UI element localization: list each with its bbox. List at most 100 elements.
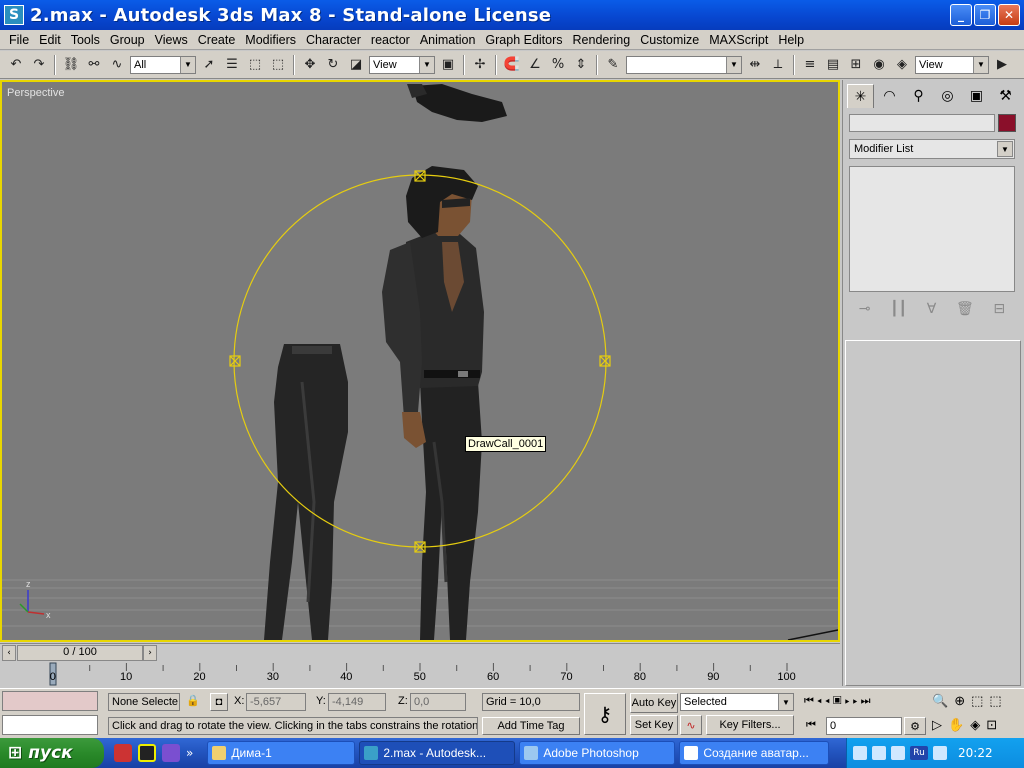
quick-render-icon[interactable]: ▶ (992, 55, 1012, 75)
snaps-toggle-icon[interactable]: 🧲 (502, 55, 522, 75)
reference-coordinate-dropdown[interactable]: View ▼ (369, 55, 435, 74)
task-dima-1[interactable]: Дима-1 (207, 741, 356, 765)
arc-rotate-icon[interactable]: ◈ (970, 717, 986, 732)
next-frame-icon[interactable]: ▸▸ (845, 695, 861, 707)
selection-filter-dropdown[interactable]: All ▼ (130, 55, 196, 74)
pivot-center-icon[interactable]: ▣ (438, 55, 458, 75)
utilities-tab-icon[interactable]: ⚒ (992, 84, 1019, 108)
menu-rendering[interactable]: Rendering (568, 33, 636, 47)
menu-tools[interactable]: Tools (66, 33, 105, 47)
maxscript-input-mini[interactable] (2, 715, 98, 735)
lock-selection-icon[interactable]: 🔒 (186, 694, 200, 707)
display-tab-icon[interactable]: ▣ (963, 84, 990, 108)
current-frame-field[interactable]: 0 (826, 717, 902, 735)
rotate-icon[interactable]: ↻ (323, 55, 343, 75)
y-coordinate-field[interactable]: -4,149 (328, 693, 386, 711)
window-crossing-icon[interactable]: ⬚ (268, 55, 288, 75)
unlink-icon[interactable]: ⚯ (84, 55, 104, 75)
zoom-all-icon[interactable]: ⊕ (954, 693, 971, 708)
pan-icon[interactable]: ✋ (948, 717, 970, 732)
menu-animation[interactable]: Animation (415, 33, 481, 47)
pin-stack-icon[interactable]: ⊸ (859, 301, 871, 317)
field-of-view-icon[interactable]: ▷ (932, 717, 948, 732)
object-color-swatch[interactable] (998, 114, 1016, 132)
close-button[interactable]: ✕ (998, 4, 1020, 26)
show-end-result-icon[interactable]: ┃┃ (890, 301, 907, 317)
x-coordinate-field[interactable]: -5,657 (246, 693, 306, 711)
select-object-icon[interactable]: ➚ (199, 55, 219, 75)
menu-maxscript[interactable]: MAXScript (704, 33, 773, 47)
quick-launch-app-icon[interactable] (162, 744, 180, 762)
set-key-icon[interactable]: ⚷ (584, 693, 626, 735)
angle-snap-icon[interactable]: ∠ (525, 55, 545, 75)
key-filters-button[interactable]: Key Filters... (706, 715, 794, 735)
add-time-tag-button[interactable]: Add Time Tag (482, 717, 580, 735)
select-by-name-icon[interactable]: ☰ (222, 55, 242, 75)
undo-icon[interactable]: ↶ (6, 55, 26, 75)
track-bar[interactable]: 0 10 20 30 40 50 60 70 80 90 100 (0, 661, 840, 687)
redo-icon[interactable]: ↷ (29, 55, 49, 75)
perspective-viewport[interactable]: Perspective z x DrawCall_0001 (0, 80, 840, 642)
menu-help[interactable]: Help (773, 33, 809, 47)
menu-reactor[interactable]: reactor (366, 33, 415, 47)
keyboard-layout-icon[interactable]: Ru (910, 746, 928, 760)
modifier-list-dropdown[interactable]: Modifier List ▼ (849, 139, 1015, 159)
quick-launch-expand-icon[interactable]: » (186, 746, 193, 760)
z-coordinate-field[interactable]: 0,0 (410, 693, 466, 711)
menu-group[interactable]: Group (105, 33, 150, 47)
rect-selection-region-icon[interactable]: ⬚ (245, 55, 265, 75)
render-type-dropdown[interactable]: View ▼ (915, 55, 989, 74)
curve-editor-icon[interactable]: ▤ (823, 55, 843, 75)
make-unique-icon[interactable]: ∀ (927, 301, 937, 317)
maxscript-listener-mini[interactable] (2, 691, 98, 711)
create-tab-icon[interactable]: ✳ (847, 84, 874, 108)
tray-icon[interactable] (853, 746, 867, 760)
go-to-end-icon[interactable]: ⏭ (861, 695, 874, 707)
minimize-button[interactable]: _ (950, 4, 972, 26)
time-prev-arrow-icon[interactable]: ‹ (2, 645, 16, 661)
default-tangents-icon[interactable]: ∿ (680, 715, 702, 735)
move-icon[interactable]: ✥ (300, 55, 320, 75)
mirror-icon[interactable]: ⇹ (745, 55, 765, 75)
auto-key-button[interactable]: Auto Key (630, 693, 678, 713)
task-photoshop[interactable]: Adobe Photoshop (519, 741, 676, 765)
percent-snap-icon[interactable]: % (548, 55, 568, 75)
edit-named-selection-icon[interactable]: ✎ (603, 55, 623, 75)
schematic-view-icon[interactable]: ⊞ (846, 55, 866, 75)
key-mode-toggle-icon[interactable]: ⏮ (806, 719, 816, 732)
material-editor-icon[interactable]: ◉ (869, 55, 889, 75)
tray-icon[interactable] (872, 746, 886, 760)
manipulate-icon[interactable]: ✢ (470, 55, 490, 75)
tray-icon[interactable] (891, 746, 905, 760)
menu-edit[interactable]: Edit (34, 33, 66, 47)
task-3dsmax[interactable]: 2.max - Autodesk... (359, 741, 516, 765)
remove-modifier-icon[interactable]: 🗑 (956, 301, 974, 317)
menu-file[interactable]: File (4, 33, 34, 47)
layer-manager-icon[interactable]: ≡ (800, 55, 820, 75)
zoom-icon[interactable]: 🔍 (932, 693, 954, 708)
spinner-snap-icon[interactable]: ⇕ (571, 55, 591, 75)
menu-graph-editors[interactable]: Graph Editors (480, 33, 567, 47)
restore-button[interactable]: ❐ (974, 4, 996, 26)
go-to-start-icon[interactable]: ⏮ (804, 695, 817, 707)
maximize-viewport-icon[interactable]: ⊡ (986, 717, 1003, 732)
absolute-mode-icon[interactable]: ◘ (210, 693, 228, 711)
menu-modifiers[interactable]: Modifiers (240, 33, 301, 47)
app-icon[interactable]: S (4, 5, 24, 25)
menu-customize[interactable]: Customize (635, 33, 704, 47)
hierarchy-tab-icon[interactable]: ⚲ (905, 84, 932, 108)
menu-views[interactable]: Views (150, 33, 193, 47)
menu-character[interactable]: Character (301, 33, 366, 47)
modifier-stack[interactable] (849, 166, 1015, 292)
start-button[interactable]: ⊞ пуск (0, 738, 104, 768)
zoom-extents-icon[interactable]: ⬚ (971, 693, 989, 708)
align-icon[interactable]: ⟂ (768, 55, 788, 75)
play-icon[interactable]: ▣ (833, 695, 845, 707)
bind-space-warp-icon[interactable]: ∿ (107, 55, 127, 75)
time-next-arrow-icon[interactable]: › (143, 645, 157, 661)
menu-create[interactable]: Create (193, 33, 241, 47)
object-name-field[interactable] (849, 114, 995, 132)
previous-frame-icon[interactable]: ◂◂ (817, 695, 833, 707)
task-browser[interactable]: Создание аватар... (679, 741, 830, 765)
key-mode-dropdown[interactable]: Selected ▼ (680, 693, 794, 711)
